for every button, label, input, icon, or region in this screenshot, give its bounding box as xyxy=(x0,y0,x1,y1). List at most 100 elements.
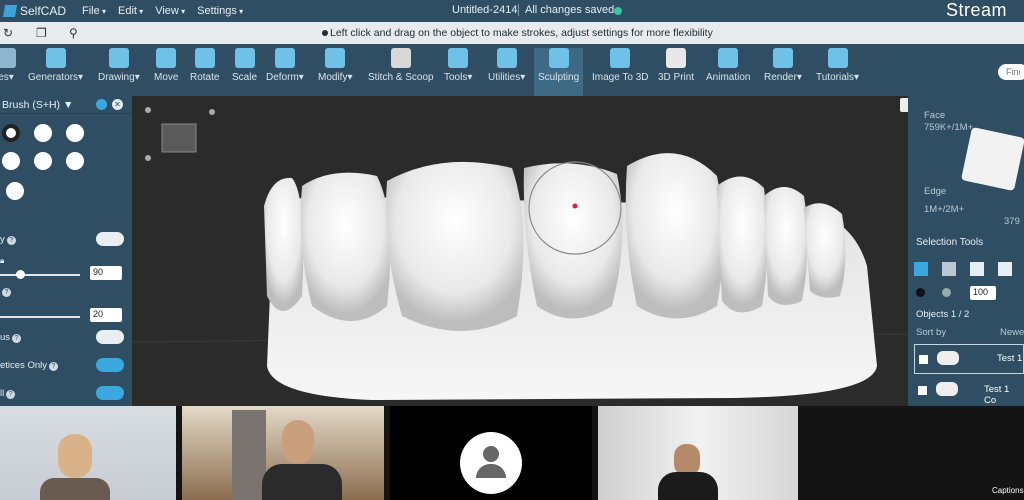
participant-2-body xyxy=(262,464,342,500)
vertices-only-toggle[interactable] xyxy=(96,358,124,372)
object-row-2[interactable]: Test 1 Co xyxy=(914,378,1024,406)
edge-label[interactable]: Edge xyxy=(924,186,946,197)
strength-input[interactable]: 20 xyxy=(90,308,122,322)
object-checkbox-1[interactable] xyxy=(919,355,928,364)
tool-3d-print[interactable]: 3D Print xyxy=(658,48,694,83)
brush-shape-blob-icon[interactable] xyxy=(2,152,20,170)
size-slider-knob[interactable] xyxy=(16,270,25,279)
tool-tutorials[interactable]: Tutorials▾ xyxy=(816,48,859,83)
size-slider[interactable] xyxy=(0,270,80,279)
participant-tile-4[interactable] xyxy=(598,406,798,500)
close-icon[interactable]: ✕ xyxy=(112,99,123,110)
3d-print-icon xyxy=(666,48,687,68)
selfcad-logo[interactable]: SelfCAD xyxy=(0,4,70,18)
participant-tile-3[interactable] xyxy=(390,406,592,500)
panel-title[interactable]: Brush (S+H) ▼ xyxy=(2,99,73,111)
dental-model-teeth[interactable] xyxy=(264,153,846,331)
tool-scale[interactable]: Scale xyxy=(232,48,257,83)
setting-label-6: ll? xyxy=(0,388,16,399)
menu-view[interactable]: View xyxy=(155,5,185,17)
object-row-1[interactable]: Test 1 xyxy=(914,344,1024,374)
scale-icon xyxy=(234,48,255,68)
size-input[interactable]: 90 xyxy=(90,266,122,280)
opacity-input[interactable]: 100 xyxy=(970,286,996,300)
select-color-gray-icon[interactable] xyxy=(942,288,951,297)
menu-edit[interactable]: Edit xyxy=(118,5,143,17)
menu-settings[interactable]: Settings xyxy=(197,5,243,17)
tool-image-to-3d[interactable]: Image To 3D xyxy=(592,48,649,83)
select-object-icon[interactable] xyxy=(914,262,928,276)
selection-panel: Face 759K+/1M+ Edge 1M+/2M+ 379 Selectio… xyxy=(908,96,1024,406)
orbit-view-icon[interactable] xyxy=(209,109,215,115)
help-icon[interactable]: ? xyxy=(12,334,22,343)
3d-viewport[interactable] xyxy=(132,96,908,406)
select-face-icon[interactable] xyxy=(970,262,984,276)
redo-icon[interactable]: ↻ xyxy=(3,27,15,39)
sort-select[interactable]: Newes xyxy=(1000,327,1024,338)
find-input[interactable] xyxy=(998,64,1024,80)
home-view-icon[interactable] xyxy=(145,107,151,113)
help-icon[interactable]: ? xyxy=(49,362,58,371)
sculpting-icon xyxy=(548,48,569,68)
brush-shape-ring-icon[interactable] xyxy=(2,124,20,142)
tool-sculpting[interactable]: Sculpting xyxy=(534,48,584,96)
tool-render[interactable]: Render▾ xyxy=(764,48,802,83)
pin-icon[interactable]: ⚲ xyxy=(69,27,81,39)
object-checkbox-2[interactable] xyxy=(918,386,927,395)
tool-deform[interactable]: Deform▾ xyxy=(266,48,304,83)
help-icon[interactable]: ? xyxy=(6,390,16,399)
rotate-icon xyxy=(194,48,215,68)
copy-icon[interactable]: ❐ xyxy=(36,27,48,39)
extra-count: 379 xyxy=(1004,216,1020,227)
render-icon xyxy=(772,48,793,68)
view-cube[interactable] xyxy=(960,126,1024,192)
object-name-1: Test 1 xyxy=(997,353,1023,364)
collapse-right-panel-icon[interactable] xyxy=(900,98,908,112)
participant-tile-2[interactable] xyxy=(182,406,384,500)
tool-modify[interactable]: Modify▾ xyxy=(318,48,352,83)
brush-shape-spiral-icon[interactable] xyxy=(66,124,84,142)
setting-toggle-6[interactable] xyxy=(96,386,124,400)
brush-cursor-center xyxy=(572,203,578,209)
setting-toggle-1[interactable] xyxy=(96,232,124,246)
lock-icon: 🔒︎ xyxy=(0,256,5,265)
tool-generators[interactable]: Generators▾ xyxy=(28,48,83,83)
strength-slider[interactable] xyxy=(0,316,80,318)
deform-icon xyxy=(274,48,295,68)
drawing-icon xyxy=(108,48,129,68)
select-color-black-icon[interactable] xyxy=(916,288,925,297)
brush-shape-crescent-icon[interactable] xyxy=(66,152,84,170)
setting-toggle-4[interactable] xyxy=(96,330,124,344)
view-cube-small-icon[interactable] xyxy=(161,123,197,153)
tool-tools[interactable]: Tools▾ xyxy=(444,48,472,83)
brush-shape-drop-icon[interactable] xyxy=(34,152,52,170)
tool-utilities[interactable]: Utilities▾ xyxy=(488,48,525,83)
brush-shape-swirl-icon[interactable] xyxy=(34,124,52,142)
participant-tile-1[interactable] xyxy=(0,406,176,500)
select-mesh-icon[interactable] xyxy=(942,262,956,276)
tool-stitch-scoop[interactable]: Stitch & Scoop xyxy=(368,48,434,83)
face-label[interactable]: Face xyxy=(924,110,945,121)
tooth-1 xyxy=(264,177,304,311)
tool-rotate[interactable]: Rotate xyxy=(190,48,219,83)
captions-button[interactable]: Captions xyxy=(992,486,1024,495)
scene-canvas[interactable] xyxy=(132,96,908,406)
tool-drawing[interactable]: Drawing▾ xyxy=(98,48,140,83)
zoom-view-icon[interactable] xyxy=(145,155,151,161)
brush-shape-pinch-icon[interactable] xyxy=(6,182,24,200)
menu-file[interactable]: File xyxy=(82,5,106,17)
document-title[interactable]: Untitled-2414 xyxy=(452,4,517,16)
panel-header: Brush (S+H) ▼ ✕ xyxy=(0,96,132,114)
help-icon[interactable]: ? xyxy=(2,288,11,297)
tool-move[interactable]: Move xyxy=(154,48,178,83)
generators-icon xyxy=(45,48,66,68)
help-icon[interactable]: ? xyxy=(6,236,16,245)
tool-animation[interactable]: Animation xyxy=(706,48,750,83)
top-menu-bar: SelfCAD File Edit View Settings Untitled… xyxy=(0,0,1024,22)
confirm-icon[interactable] xyxy=(96,99,107,110)
tool-shapes[interactable]: es▾ xyxy=(0,48,16,83)
object-name-2: Test 1 Co xyxy=(984,384,1010,406)
avatar-person-body-icon xyxy=(476,464,506,478)
select-edge-icon[interactable] xyxy=(998,262,1012,276)
avatar xyxy=(460,432,522,494)
